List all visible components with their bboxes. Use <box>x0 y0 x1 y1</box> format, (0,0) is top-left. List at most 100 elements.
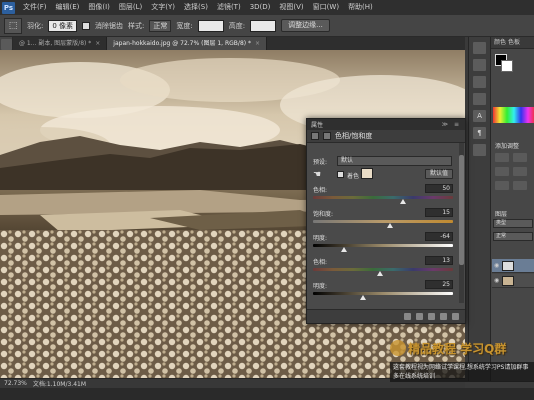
levels-adjust-icon[interactable] <box>513 153 527 162</box>
watermark-caption: 这套教程视为网络试学课程,想系统学习PS请加群事多在线系统培训 <box>390 362 534 382</box>
clip-to-layer-icon[interactable] <box>404 313 411 320</box>
menu-filter[interactable]: 滤镜(T) <box>213 0 245 15</box>
panel-menu-icon[interactable]: ≫ ≡ <box>442 121 461 128</box>
menu-window[interactable]: 窗口(W) <box>309 0 343 15</box>
preset-label: 预设: <box>313 159 328 166</box>
panel-header[interactable]: 属性 ≫ ≡ <box>307 119 465 130</box>
doc-size: 文档:1.10M/3.41M <box>32 381 87 388</box>
menu-view[interactable]: 视图(V) <box>275 0 307 15</box>
hue-value-input[interactable]: 50 <box>425 184 453 193</box>
close-icon[interactable]: × <box>255 40 260 47</box>
trash-icon[interactable] <box>452 313 459 320</box>
eye-icon[interactable]: ◉ <box>494 277 499 284</box>
lightness-2-slider-thumb[interactable] <box>360 295 367 300</box>
menu-help[interactable]: 帮助(H) <box>344 0 377 15</box>
feather-input[interactable]: 0 像素 <box>48 19 78 32</box>
height-input[interactable] <box>250 19 277 32</box>
style-select[interactable]: 正常 <box>149 19 172 32</box>
info-panel-icon[interactable] <box>473 144 486 156</box>
layer-row-adjustment[interactable]: ◉ <box>492 259 534 273</box>
marquee-tool-preset-icon[interactable]: ⬚ <box>4 17 22 34</box>
targeted-adjust-hand-icon[interactable]: ☚ <box>313 170 321 180</box>
layer-thumbnail <box>502 276 514 286</box>
doc-tab-1[interactable]: @ 1... 副本, 图层蒙版/8) * × <box>13 37 108 50</box>
swatches-tab-label: 色板 <box>507 39 520 46</box>
balance-adjust-icon[interactable] <box>513 181 527 190</box>
zoom-level[interactable]: 72.73% <box>4 380 27 387</box>
menu-bar: Ps 文件(F) 编辑(E) 图像(I) 图层(L) 文字(Y) 选择(S) 滤… <box>0 0 534 15</box>
menu-layer[interactable]: 图层(L) <box>115 0 146 15</box>
lightness-value-input[interactable]: -64 <box>425 232 453 241</box>
blend-mode-select[interactable]: 正常 <box>493 232 533 241</box>
character-panel-icon[interactable]: A <box>473 110 486 122</box>
watermark: 精品教程 学习Q群 这套教程视为网络试学课程,想系统学习PS请加群事多在线系统培… <box>390 340 534 388</box>
photoshop-logo: Ps <box>2 1 15 14</box>
brightness-adjust-icon[interactable] <box>495 153 509 162</box>
lightness-slider-thumb[interactable] <box>340 247 347 252</box>
style-label: 样式: <box>128 21 145 30</box>
move-tool-icon[interactable] <box>1 39 12 50</box>
width-input[interactable] <box>197 19 224 32</box>
menu-file[interactable]: 文件(F) <box>19 0 51 15</box>
visibility-icon[interactable] <box>440 313 447 320</box>
refine-edge-button[interactable]: 调整边缘... <box>281 19 330 32</box>
color-tab[interactable]: 颜色 色板 <box>491 37 534 49</box>
adjustment-icon <box>311 132 319 140</box>
scrollbar-thumb[interactable] <box>459 155 464 265</box>
lightness-2-slider-track[interactable] <box>313 292 453 295</box>
doc-tab-1-label: @ 1... 副本, 图层蒙版/8) * <box>19 40 92 47</box>
menu-image[interactable]: 图像(I) <box>84 0 114 15</box>
default-button[interactable]: 默认值 <box>425 169 453 179</box>
actions-panel-icon[interactable] <box>473 59 486 71</box>
colorize-checkbox[interactable] <box>337 171 344 178</box>
view-previous-icon[interactable] <box>416 313 423 320</box>
layer-thumbnail <box>502 261 514 271</box>
lightness-label: 明度: <box>313 235 328 242</box>
saturation-label: 饱和度: <box>313 211 334 218</box>
antialias-checkbox[interactable] <box>82 21 91 30</box>
lightness-2-value-input[interactable]: 25 <box>425 280 453 289</box>
panel-footer <box>307 309 465 323</box>
saturation-value-input[interactable]: 15 <box>425 208 453 217</box>
brush-panel-icon[interactable] <box>473 93 486 105</box>
watermark-logo-icon <box>390 340 406 356</box>
layer-row-photo[interactable]: ◉ <box>492 274 534 288</box>
hue-2-value-input[interactable]: 13 <box>425 256 453 265</box>
history-panel-icon[interactable] <box>473 42 486 54</box>
hue-2-slider-thumb[interactable] <box>377 271 384 276</box>
close-icon[interactable]: × <box>95 40 100 47</box>
panel-icon-strip: A ¶ <box>468 37 490 381</box>
layer-kind-select[interactable]: 类型 <box>493 219 533 228</box>
hue-saturation-panel: 属性 ≫ ≡ 色相/饱和度 预设: 默认 ☚ 着色 默认值 色相: 50 饱和度: 1… <box>306 118 466 324</box>
menu-3d[interactable]: 3D(D) <box>246 0 275 15</box>
exposure-adjust-icon[interactable] <box>513 167 527 176</box>
panel-header-title: 属性 <box>311 122 324 129</box>
preset-select[interactable]: 默认 <box>337 156 452 166</box>
saturation-slider-track[interactable] <box>313 220 453 223</box>
hue-2-label: 色相: <box>313 259 328 266</box>
hue-adjust-icon[interactable] <box>495 181 509 190</box>
menu-edit[interactable]: 编辑(E) <box>52 0 84 15</box>
properties-panel-icon[interactable] <box>473 76 486 88</box>
mask-icon[interactable] <box>323 132 331 140</box>
lightness-2-label: 明度: <box>313 283 328 290</box>
eye-icon[interactable]: ◉ <box>494 262 499 269</box>
options-bar: ⬚ 羽化: 0 像素 消除锯齿 样式: 正常 宽度: 高度: 调整边缘... <box>0 15 534 37</box>
saturation-slider-thumb[interactable] <box>387 223 393 228</box>
paragraph-panel-icon[interactable]: ¶ <box>473 127 486 139</box>
curves-adjust-icon[interactable] <box>495 167 509 176</box>
doc-tab-2[interactable]: japan-hokkaido.jpg @ 72.7% (图层 1, RGB/8)… <box>107 37 268 50</box>
adjustments-label: 添加调整 <box>495 143 520 150</box>
lightness-slider-track[interactable] <box>313 244 453 247</box>
reset-icon[interactable] <box>428 313 435 320</box>
bottom-strip <box>0 388 534 400</box>
menu-select[interactable]: 选择(S) <box>180 0 212 15</box>
background-color-swatch[interactable] <box>501 60 513 72</box>
color-spectrum[interactable] <box>493 107 534 123</box>
panel-title: 色相/饱和度 <box>335 132 373 140</box>
hue-slider-track[interactable] <box>313 196 453 199</box>
hue-slider-thumb[interactable] <box>399 199 406 204</box>
menu-type[interactable]: 文字(Y) <box>147 0 179 15</box>
panel-scrollbar[interactable] <box>459 143 464 303</box>
feather-label: 羽化: <box>27 21 44 30</box>
